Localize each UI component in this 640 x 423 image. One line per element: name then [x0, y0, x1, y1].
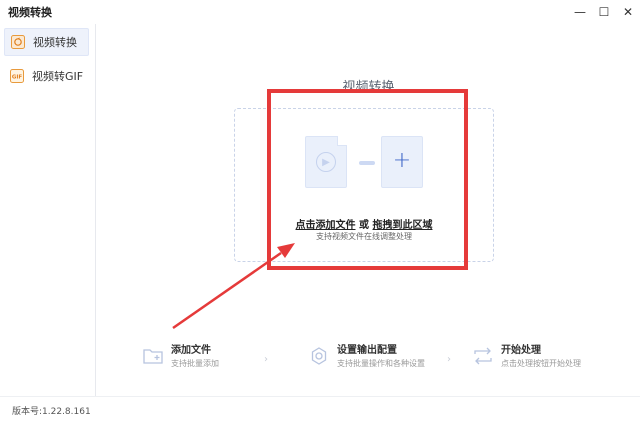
- steps-bar: 添加文件 支持批量添加 › 设置输出配置 支持批量操作和各种设置 › 开始处理 …: [97, 344, 640, 380]
- step-output-settings: 设置输出配置 支持批量操作和各种设置: [309, 344, 425, 370]
- svg-text:GIF: GIF: [12, 75, 23, 81]
- sidebar-item-video-to-gif[interactable]: GIF 视频转GIF: [4, 62, 89, 90]
- step-add-files: 添加文件 支持批量添加: [143, 344, 219, 370]
- swap-arrows-icon: [473, 346, 493, 366]
- sidebar-item-label: 视频转换: [33, 36, 77, 49]
- step-desc: 支持批量添加: [171, 359, 219, 368]
- settings-gear-icon: [309, 346, 329, 366]
- step-title: 添加文件: [171, 345, 211, 356]
- add-folder-icon: [143, 346, 163, 366]
- window-controls: — ☐ ✕: [568, 0, 640, 24]
- status-bar: 版本号:1.22.8.161: [0, 396, 640, 423]
- gif-icon: GIF: [10, 69, 24, 83]
- step-start-processing: 开始处理 点击处理按钮开始处理: [473, 344, 581, 370]
- step-title: 设置输出配置: [337, 345, 397, 356]
- step-desc: 点击处理按钮开始处理: [501, 359, 581, 368]
- highlight-box: [267, 89, 468, 270]
- minimize-button[interactable]: —: [568, 0, 592, 24]
- sidebar: 视频转换 GIF 视频转GIF: [0, 24, 96, 396]
- video-convert-icon: [11, 35, 25, 49]
- step-title: 开始处理: [501, 345, 541, 356]
- step-desc: 支持批量操作和各种设置: [337, 359, 425, 368]
- version-label: 版本号:1.22.8.161: [12, 406, 91, 417]
- main-content: 视频转换 ▶ + 点击添加文件 或 拖拽到此区域 支持视频文件在线调整处理 添加…: [97, 24, 640, 396]
- sidebar-item-video-convert[interactable]: 视频转换: [4, 28, 89, 56]
- chevron-right-icon: ›: [264, 354, 268, 365]
- chevron-right-icon: ›: [447, 354, 451, 365]
- title-bar: 视频转换 — ☐ ✕: [0, 0, 640, 24]
- app-title: 视频转换: [8, 6, 52, 19]
- sidebar-item-label: 视频转GIF: [32, 70, 84, 83]
- maximize-button[interactable]: ☐: [592, 0, 616, 24]
- close-button[interactable]: ✕: [616, 0, 640, 24]
